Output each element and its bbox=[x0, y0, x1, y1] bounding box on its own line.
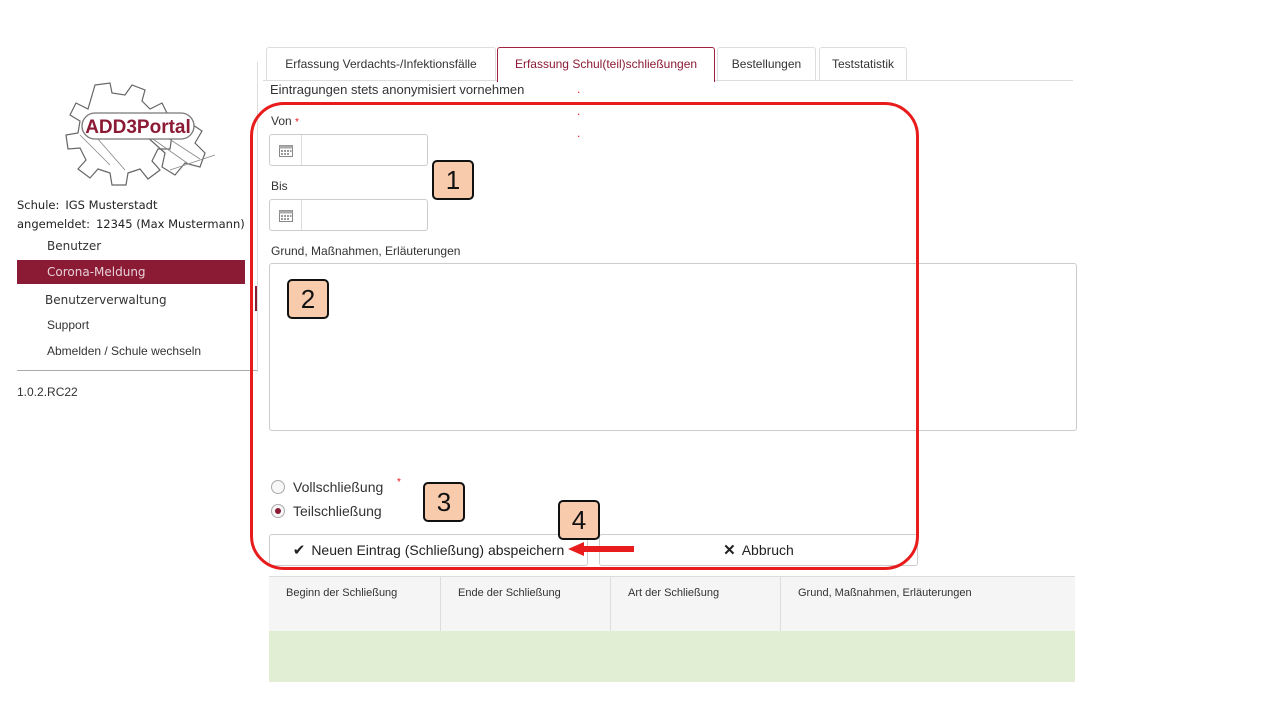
sidebar-item-corona-meldung[interactable]: Corona-Meldung bbox=[17, 260, 245, 284]
callout-4: 4 bbox=[558, 500, 600, 540]
user-label: angemeldet: bbox=[17, 217, 90, 231]
callout-3: 3 bbox=[423, 482, 465, 522]
callout-1: 1 bbox=[432, 160, 474, 200]
sidebar-item-abmelden[interactable]: Abmelden / Schule wechseln bbox=[17, 339, 245, 363]
column-header[interactable]: Ende der Schließung bbox=[441, 577, 611, 632]
school-info: Schule: IGS Musterstadt bbox=[17, 198, 158, 212]
version-label: 1.0.2.RC22 bbox=[17, 385, 78, 399]
column-header[interactable]: Beginn der Schließung bbox=[269, 577, 441, 632]
add3portal-logo: ADD3Portal bbox=[65, 82, 216, 186]
sidebar-item-support[interactable]: Support bbox=[17, 313, 245, 337]
sidebar-item-benutzerverwaltung[interactable]: Benutzerverwaltung bbox=[17, 288, 245, 312]
tab-bestellungen[interactable]: Bestellungen bbox=[717, 47, 816, 80]
sidebar-divider bbox=[17, 370, 257, 371]
arrow-icon bbox=[568, 542, 634, 556]
table-header: Beginn der Schließung Ende der Schließun… bbox=[269, 576, 1075, 632]
school-value: IGS Musterstadt bbox=[65, 198, 158, 212]
anonymize-hint: Eintragungen stets anonymisiert vornehme… bbox=[270, 82, 525, 97]
tab-teststatistik[interactable]: Teststatistik bbox=[819, 47, 907, 80]
table-empty-row bbox=[269, 631, 1075, 682]
sidebar-item-benutzer[interactable]: Benutzer bbox=[17, 234, 245, 258]
svg-text:ADD3Portal: ADD3Portal bbox=[85, 117, 191, 138]
school-label: Schule: bbox=[17, 198, 60, 212]
column-header[interactable]: Grund, Maßnahmen, Erläuterungen bbox=[781, 577, 1075, 632]
user-value: 12345 (Max Mustermann) bbox=[95, 217, 245, 231]
tab-schulschliessungen[interactable]: Erfassung Schul(teil)schließungen bbox=[497, 47, 715, 82]
user-info: angemeldet: 12345 (Max Mustermann) bbox=[17, 217, 245, 231]
tab-verdachtsfaelle[interactable]: Erfassung Verdachts-/Infektionsfälle bbox=[266, 47, 496, 80]
callout-2: 2 bbox=[287, 279, 329, 319]
column-header[interactable]: Art der Schließung bbox=[611, 577, 781, 632]
marker-dot: . bbox=[577, 82, 581, 96]
